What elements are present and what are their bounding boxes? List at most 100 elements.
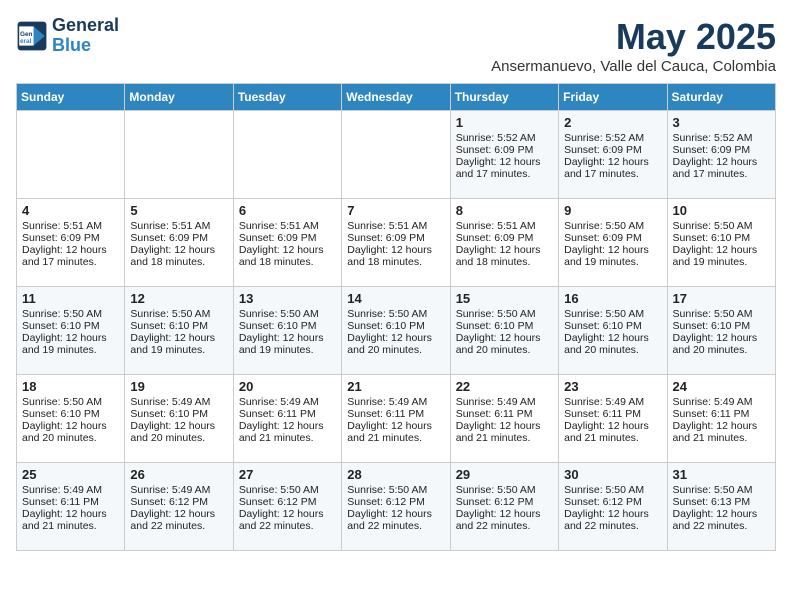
calendar-cell: 8Sunrise: 5:51 AMSunset: 6:09 PMDaylight… bbox=[450, 199, 558, 287]
calendar-cell: 15Sunrise: 5:50 AMSunset: 6:10 PMDayligh… bbox=[450, 287, 558, 375]
day-info-line: Sunrise: 5:50 AM bbox=[564, 220, 661, 232]
day-info-line: Sunrise: 5:50 AM bbox=[673, 484, 770, 496]
day-info-line: Sunrise: 5:49 AM bbox=[673, 396, 770, 408]
calendar-week-row: 18Sunrise: 5:50 AMSunset: 6:10 PMDayligh… bbox=[17, 375, 776, 463]
day-number: 9 bbox=[564, 203, 661, 218]
calendar-cell: 18Sunrise: 5:50 AMSunset: 6:10 PMDayligh… bbox=[17, 375, 125, 463]
day-info-line: Sunrise: 5:49 AM bbox=[239, 396, 336, 408]
day-info-line: Daylight: 12 hours bbox=[130, 508, 227, 520]
day-info-line: Daylight: 12 hours bbox=[564, 332, 661, 344]
calendar-cell: 1Sunrise: 5:52 AMSunset: 6:09 PMDaylight… bbox=[450, 111, 558, 199]
day-number: 16 bbox=[564, 291, 661, 306]
calendar-cell: 7Sunrise: 5:51 AMSunset: 6:09 PMDaylight… bbox=[342, 199, 450, 287]
day-info-line: Sunrise: 5:50 AM bbox=[564, 308, 661, 320]
day-info-line: Daylight: 12 hours bbox=[456, 332, 553, 344]
calendar-cell: 11Sunrise: 5:50 AMSunset: 6:10 PMDayligh… bbox=[17, 287, 125, 375]
day-number: 5 bbox=[130, 203, 227, 218]
day-info-line: Daylight: 12 hours bbox=[456, 156, 553, 168]
day-info-line: Daylight: 12 hours bbox=[347, 332, 444, 344]
logo: Gen eral General Blue bbox=[16, 16, 119, 56]
day-number: 7 bbox=[347, 203, 444, 218]
day-info-line: Sunset: 6:10 PM bbox=[456, 320, 553, 332]
calendar-week-row: 25Sunrise: 5:49 AMSunset: 6:11 PMDayligh… bbox=[17, 463, 776, 551]
day-number: 12 bbox=[130, 291, 227, 306]
day-info-line: Daylight: 12 hours bbox=[673, 156, 770, 168]
day-info-line: Sunset: 6:12 PM bbox=[347, 496, 444, 508]
day-number: 11 bbox=[22, 291, 119, 306]
day-info-line: Daylight: 12 hours bbox=[130, 244, 227, 256]
day-info-line: Sunrise: 5:50 AM bbox=[239, 484, 336, 496]
calendar-cell bbox=[125, 111, 233, 199]
day-info-line: and 18 minutes. bbox=[456, 256, 553, 268]
day-info-line: and 19 minutes. bbox=[673, 256, 770, 268]
calendar-cell: 4Sunrise: 5:51 AMSunset: 6:09 PMDaylight… bbox=[17, 199, 125, 287]
month-title: May 2025 bbox=[491, 16, 776, 58]
weekday-header: Monday bbox=[125, 84, 233, 111]
day-info-line: Sunrise: 5:51 AM bbox=[22, 220, 119, 232]
day-info-line: Sunrise: 5:50 AM bbox=[673, 308, 770, 320]
weekday-header: Wednesday bbox=[342, 84, 450, 111]
calendar-cell bbox=[342, 111, 450, 199]
day-info-line: and 20 minutes. bbox=[456, 344, 553, 356]
day-info-line: Sunset: 6:12 PM bbox=[456, 496, 553, 508]
logo-icon: Gen eral bbox=[16, 20, 48, 52]
day-number: 25 bbox=[22, 467, 119, 482]
day-info-line: and 17 minutes. bbox=[673, 168, 770, 180]
calendar-cell: 16Sunrise: 5:50 AMSunset: 6:10 PMDayligh… bbox=[559, 287, 667, 375]
day-info-line: Sunset: 6:09 PM bbox=[673, 144, 770, 156]
day-number: 30 bbox=[564, 467, 661, 482]
day-info-line: Sunrise: 5:52 AM bbox=[456, 132, 553, 144]
day-number: 31 bbox=[673, 467, 770, 482]
calendar-cell: 21Sunrise: 5:49 AMSunset: 6:11 PMDayligh… bbox=[342, 375, 450, 463]
day-info-line: Daylight: 12 hours bbox=[673, 508, 770, 520]
weekday-header: Sunday bbox=[17, 84, 125, 111]
day-info-line: Sunset: 6:11 PM bbox=[347, 408, 444, 420]
day-info-line: Sunrise: 5:51 AM bbox=[456, 220, 553, 232]
calendar-cell bbox=[233, 111, 341, 199]
day-info-line: Sunset: 6:11 PM bbox=[239, 408, 336, 420]
day-number: 19 bbox=[130, 379, 227, 394]
day-info-line: and 21 minutes. bbox=[239, 432, 336, 444]
day-info-line: Daylight: 12 hours bbox=[22, 420, 119, 432]
day-info-line: Sunset: 6:10 PM bbox=[347, 320, 444, 332]
day-info-line: and 17 minutes. bbox=[456, 168, 553, 180]
day-info-line: Daylight: 12 hours bbox=[564, 244, 661, 256]
day-info-line: Daylight: 12 hours bbox=[673, 420, 770, 432]
day-info-line: and 18 minutes. bbox=[239, 256, 336, 268]
calendar-cell: 12Sunrise: 5:50 AMSunset: 6:10 PMDayligh… bbox=[125, 287, 233, 375]
day-info-line: Sunset: 6:09 PM bbox=[130, 232, 227, 244]
calendar-cell: 3Sunrise: 5:52 AMSunset: 6:09 PMDaylight… bbox=[667, 111, 775, 199]
day-info-line: Daylight: 12 hours bbox=[456, 420, 553, 432]
day-info-line: and 21 minutes. bbox=[347, 432, 444, 444]
day-number: 6 bbox=[239, 203, 336, 218]
page-header: Gen eral General Blue May 2025 Ansermanu… bbox=[16, 16, 776, 75]
day-info-line: Sunrise: 5:49 AM bbox=[564, 396, 661, 408]
day-info-line: Sunset: 6:10 PM bbox=[673, 232, 770, 244]
day-info-line: and 22 minutes. bbox=[239, 520, 336, 532]
day-info-line: and 19 minutes. bbox=[564, 256, 661, 268]
calendar-cell bbox=[17, 111, 125, 199]
day-info-line: Daylight: 12 hours bbox=[673, 332, 770, 344]
logo-text: General Blue bbox=[52, 16, 119, 56]
day-number: 22 bbox=[456, 379, 553, 394]
day-info-line: and 22 minutes. bbox=[564, 520, 661, 532]
day-info-line: Sunset: 6:12 PM bbox=[564, 496, 661, 508]
calendar-cell: 13Sunrise: 5:50 AMSunset: 6:10 PMDayligh… bbox=[233, 287, 341, 375]
day-info-line: Sunset: 6:09 PM bbox=[347, 232, 444, 244]
calendar-cell: 19Sunrise: 5:49 AMSunset: 6:10 PMDayligh… bbox=[125, 375, 233, 463]
day-info-line: Sunrise: 5:50 AM bbox=[673, 220, 770, 232]
day-info-line: and 20 minutes. bbox=[22, 432, 119, 444]
day-info-line: Sunrise: 5:51 AM bbox=[347, 220, 444, 232]
day-info-line: and 19 minutes. bbox=[22, 344, 119, 356]
day-info-line: Sunset: 6:11 PM bbox=[673, 408, 770, 420]
day-info-line: Sunrise: 5:52 AM bbox=[564, 132, 661, 144]
day-info-line: and 17 minutes. bbox=[22, 256, 119, 268]
day-info-line: Sunrise: 5:50 AM bbox=[564, 484, 661, 496]
day-info-line: Sunrise: 5:50 AM bbox=[347, 308, 444, 320]
day-info-line: and 21 minutes. bbox=[673, 432, 770, 444]
day-info-line: Sunrise: 5:50 AM bbox=[347, 484, 444, 496]
day-info-line: Sunset: 6:11 PM bbox=[22, 496, 119, 508]
calendar-cell: 20Sunrise: 5:49 AMSunset: 6:11 PMDayligh… bbox=[233, 375, 341, 463]
calendar-cell: 6Sunrise: 5:51 AMSunset: 6:09 PMDaylight… bbox=[233, 199, 341, 287]
calendar-cell: 9Sunrise: 5:50 AMSunset: 6:09 PMDaylight… bbox=[559, 199, 667, 287]
